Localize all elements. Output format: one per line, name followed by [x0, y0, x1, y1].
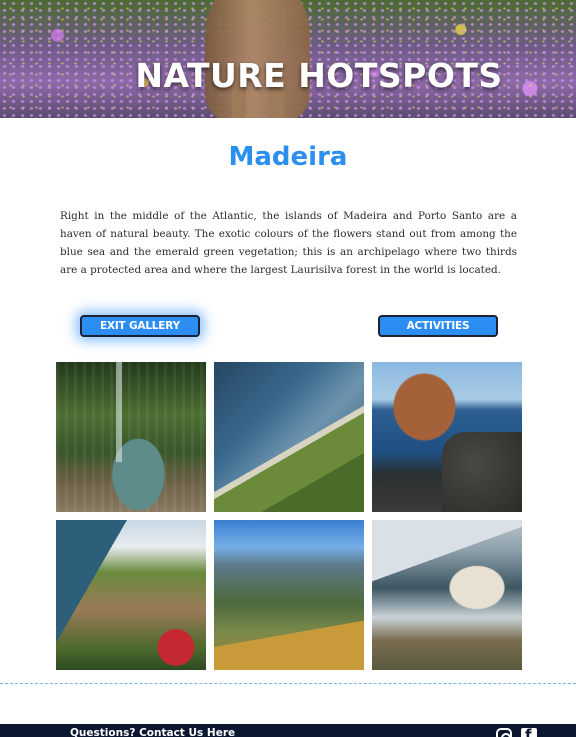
footer: Questions? Contact Us Here [0, 724, 576, 737]
site-title: NATURE HOTSPOTS [135, 56, 503, 95]
gallery-photo-mountain-valley[interactable] [214, 520, 364, 670]
gallery-photo-waterfall[interactable] [56, 362, 206, 512]
facebook-icon[interactable] [521, 726, 537, 737]
gallery-photo-rock-islet[interactable] [372, 362, 522, 512]
contact-link[interactable]: Questions? Contact Us Here [70, 727, 235, 737]
gallery-photo-cliff-village[interactable] [372, 520, 522, 670]
gallery-photo-hillside-village[interactable] [56, 520, 206, 670]
exit-gallery-button[interactable]: EXIT GALLERY [80, 315, 200, 337]
gallery-photo-coast-aerial[interactable] [214, 362, 364, 512]
page-title: Madeira [228, 142, 348, 172]
hero-banner: NATURE HOTSPOTS [0, 0, 576, 118]
intro-paragraph: Right in the middle of the Atlantic, the… [60, 210, 517, 276]
section-divider [0, 683, 576, 684]
instagram-icon[interactable] [496, 728, 512, 737]
activities-button[interactable]: ACTIVITIES [378, 315, 498, 337]
